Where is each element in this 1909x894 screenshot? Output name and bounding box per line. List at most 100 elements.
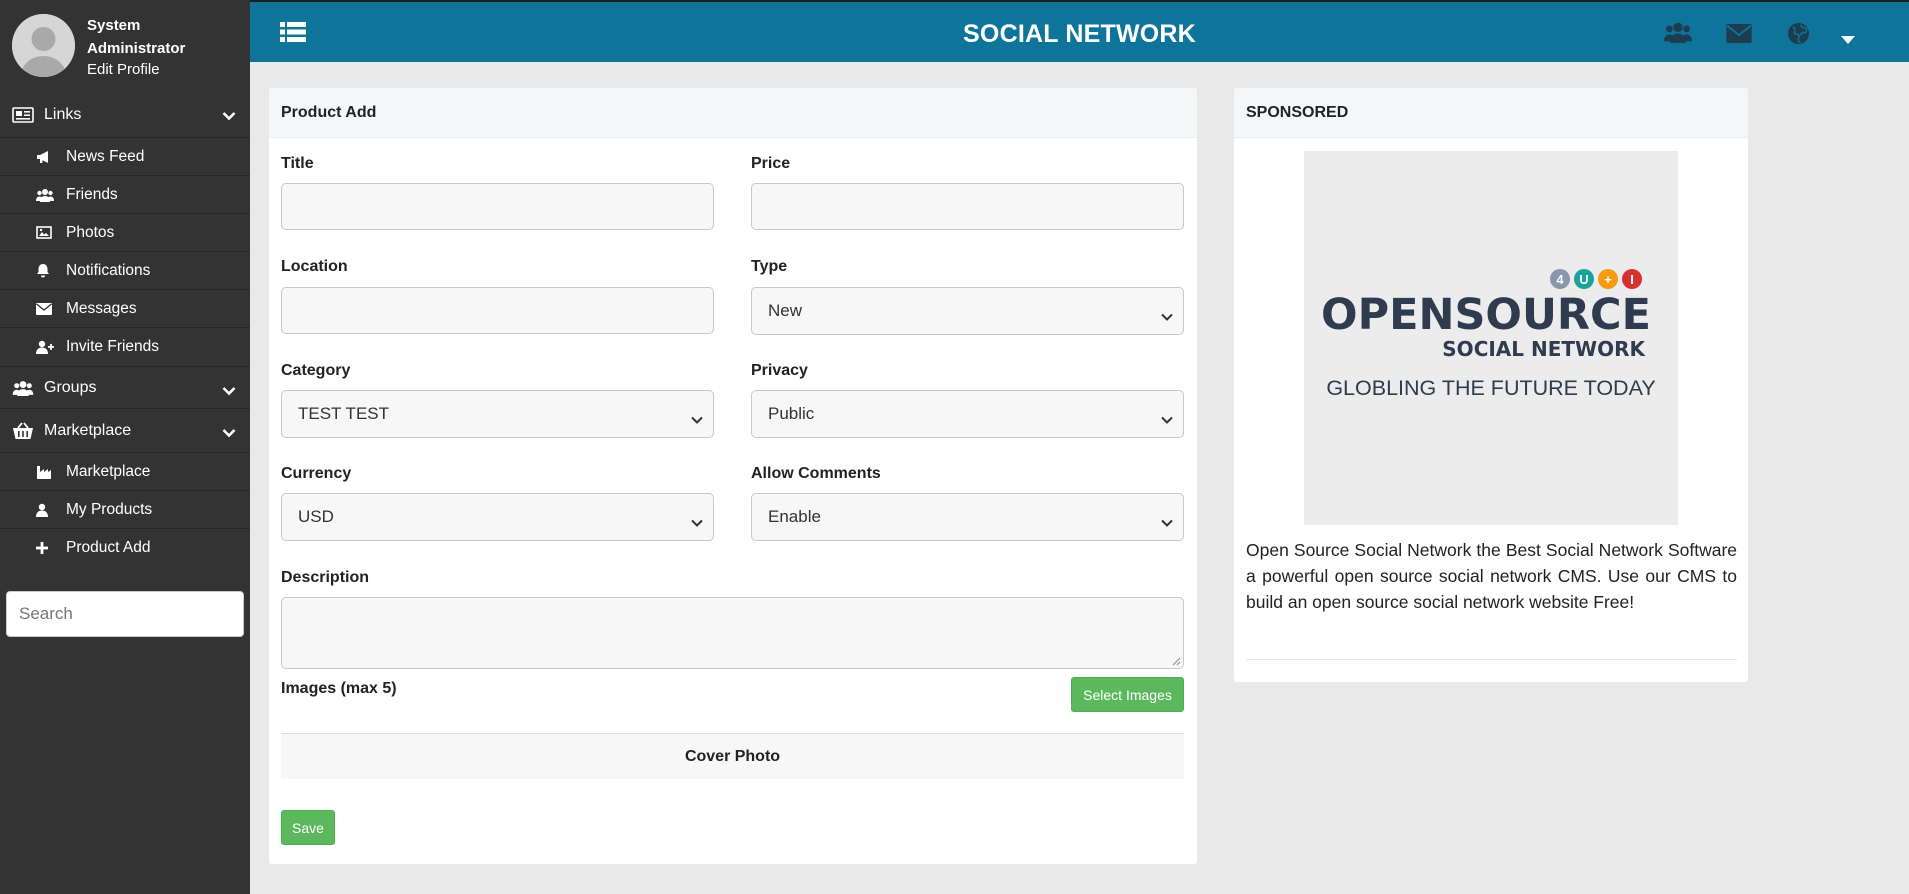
basket-icon bbox=[12, 421, 38, 440]
users-icon bbox=[36, 188, 58, 202]
chevron-down-icon bbox=[691, 409, 703, 429]
menu-links[interactable]: Links bbox=[0, 92, 250, 138]
opensource-logo: 4 U + I OPENSOURCE SOCIAL NETWORK GLOBLI… bbox=[1321, 269, 1656, 400]
sidebar-item-label: Invite Friends bbox=[66, 338, 160, 355]
category-select[interactable]: TEST TEST bbox=[281, 390, 714, 438]
user-plus-icon bbox=[36, 340, 58, 354]
sidebar-item-my-products[interactable]: My Products bbox=[0, 491, 250, 529]
type-select[interactable]: New bbox=[751, 287, 1184, 335]
location-input[interactable] bbox=[281, 287, 714, 334]
sidebar-item-news-feed[interactable]: News Feed bbox=[0, 138, 250, 176]
sidebar-item-marketplace[interactable]: Marketplace bbox=[0, 453, 250, 491]
bullhorn-icon bbox=[36, 150, 58, 164]
sidebar-item-product-add[interactable]: Product Add bbox=[0, 529, 250, 567]
svg-text:4: 4 bbox=[1556, 272, 1564, 287]
newspaper-icon bbox=[12, 106, 38, 123]
chevron-down-icon bbox=[222, 383, 236, 401]
menu-toggle-icon[interactable] bbox=[280, 22, 306, 47]
type-select-value: New bbox=[768, 301, 803, 320]
allow-comments-select[interactable]: Enable bbox=[751, 493, 1184, 541]
sidebar-item-label: Marketplace bbox=[66, 462, 151, 480]
description-label: Description bbox=[281, 569, 370, 586]
price-input[interactable] bbox=[751, 183, 1184, 230]
sidebar-item-label: Product Add bbox=[66, 539, 151, 556]
location-label: Location bbox=[281, 258, 348, 275]
category-select-value: TEST TEST bbox=[298, 404, 390, 423]
messages-icon[interactable] bbox=[1726, 24, 1752, 48]
select-images-button[interactable]: Select Images bbox=[1071, 677, 1184, 712]
edit-profile-link[interactable]: Edit Profile bbox=[87, 60, 160, 80]
friends-icon[interactable] bbox=[1664, 21, 1692, 48]
save-button[interactable]: Save bbox=[281, 810, 335, 845]
logo-sub-text: SOCIAL NETWORK bbox=[1442, 337, 1646, 361]
menu-groups[interactable]: Groups bbox=[0, 366, 250, 409]
plus-icon bbox=[36, 542, 58, 554]
price-label: Price bbox=[751, 155, 791, 172]
chevron-down-icon bbox=[691, 512, 703, 532]
sidebar-item-label: Messages bbox=[66, 299, 137, 317]
industry-icon bbox=[36, 465, 58, 479]
user-icon bbox=[36, 503, 58, 517]
type-label: Type bbox=[751, 258, 788, 275]
sponsored-heading: SPONSORED bbox=[1234, 88, 1748, 138]
category-label: Category bbox=[281, 362, 351, 379]
logo-tagline-text: GLOBLING THE FUTURE TODAY bbox=[1326, 376, 1655, 400]
privacy-select-value: Public bbox=[768, 404, 815, 423]
topbar: SOCIAL NETWORK bbox=[250, 0, 1909, 62]
site-title: SOCIAL NETWORK bbox=[963, 20, 1196, 48]
product-add-card: Product Add Title Price Location Type Ne… bbox=[269, 88, 1197, 864]
title-label: Title bbox=[281, 155, 314, 172]
allow-comments-select-value: Enable bbox=[768, 507, 821, 526]
currency-label: Currency bbox=[281, 465, 352, 482]
dropdown-caret-icon[interactable] bbox=[1840, 32, 1856, 50]
chevron-down-icon bbox=[1161, 409, 1173, 429]
search-input[interactable] bbox=[6, 591, 244, 637]
svg-text:+: + bbox=[1604, 272, 1612, 287]
privacy-select[interactable]: Public bbox=[751, 390, 1184, 438]
logo-main-text: OPENSOURCE bbox=[1321, 290, 1651, 340]
sponsored-image[interactable]: 4 U + I OPENSOURCE SOCIAL NETWORK GLOBLI… bbox=[1304, 151, 1678, 525]
resize-handle-icon[interactable] bbox=[1172, 657, 1181, 666]
profile-name[interactable]: System Administrator bbox=[87, 14, 217, 60]
image-icon bbox=[36, 226, 58, 239]
currency-select-value: USD bbox=[298, 507, 334, 526]
images-label: Images (max 5) bbox=[281, 680, 397, 697]
svg-text:I: I bbox=[1630, 272, 1634, 287]
cover-photo-section[interactable]: Cover Photo bbox=[281, 733, 1184, 779]
svg-text:U: U bbox=[1579, 272, 1588, 287]
description-textarea[interactable] bbox=[281, 597, 1184, 669]
profile-block: System Administrator Edit Profile bbox=[0, 0, 250, 92]
sidebar-item-messages[interactable]: Messages bbox=[0, 290, 250, 328]
divider bbox=[1246, 659, 1737, 660]
menu-marketplace[interactable]: Marketplace bbox=[0, 409, 250, 453]
card-heading: Product Add bbox=[269, 88, 1197, 138]
sponsored-card: SPONSORED 4 U + I OPENSOURCE SOCIAL NETW… bbox=[1234, 88, 1748, 682]
menu-groups-label: Groups bbox=[44, 378, 97, 396]
bell-icon bbox=[36, 263, 58, 278]
sidebar-item-label: News Feed bbox=[66, 147, 145, 165]
sidebar-item-label: My Products bbox=[66, 500, 153, 518]
currency-select[interactable]: USD bbox=[281, 493, 714, 541]
chevron-down-icon bbox=[222, 425, 236, 443]
sponsored-text: Open Source Social Network the Best Soci… bbox=[1246, 540, 1737, 612]
privacy-label: Privacy bbox=[751, 362, 808, 379]
allow-comments-label: Allow Comments bbox=[751, 465, 881, 482]
sidebar-item-friends[interactable]: Friends bbox=[0, 176, 250, 214]
avatar[interactable] bbox=[12, 14, 75, 77]
globe-icon[interactable] bbox=[1787, 22, 1810, 50]
sidebar-item-label: Notifications bbox=[66, 261, 151, 279]
title-input[interactable] bbox=[281, 183, 714, 230]
sidebar-item-invite-friends[interactable]: Invite Friends bbox=[0, 328, 250, 366]
menu-links-label: Links bbox=[44, 105, 82, 123]
sidebar-item-label: Photos bbox=[66, 223, 115, 241]
sidebar: System Administrator Edit Profile Links … bbox=[0, 0, 250, 894]
chevron-down-icon bbox=[222, 108, 236, 126]
users-icon bbox=[12, 380, 38, 396]
envelope-icon bbox=[36, 302, 58, 315]
sidebar-item-label: Friends bbox=[66, 185, 118, 203]
sidebar-item-photos[interactable]: Photos bbox=[0, 214, 250, 252]
sidebar-item-notifications[interactable]: Notifications bbox=[0, 252, 250, 290]
menu-marketplace-label: Marketplace bbox=[44, 421, 132, 439]
chevron-down-icon bbox=[1161, 512, 1173, 532]
chevron-down-icon bbox=[1161, 306, 1173, 326]
